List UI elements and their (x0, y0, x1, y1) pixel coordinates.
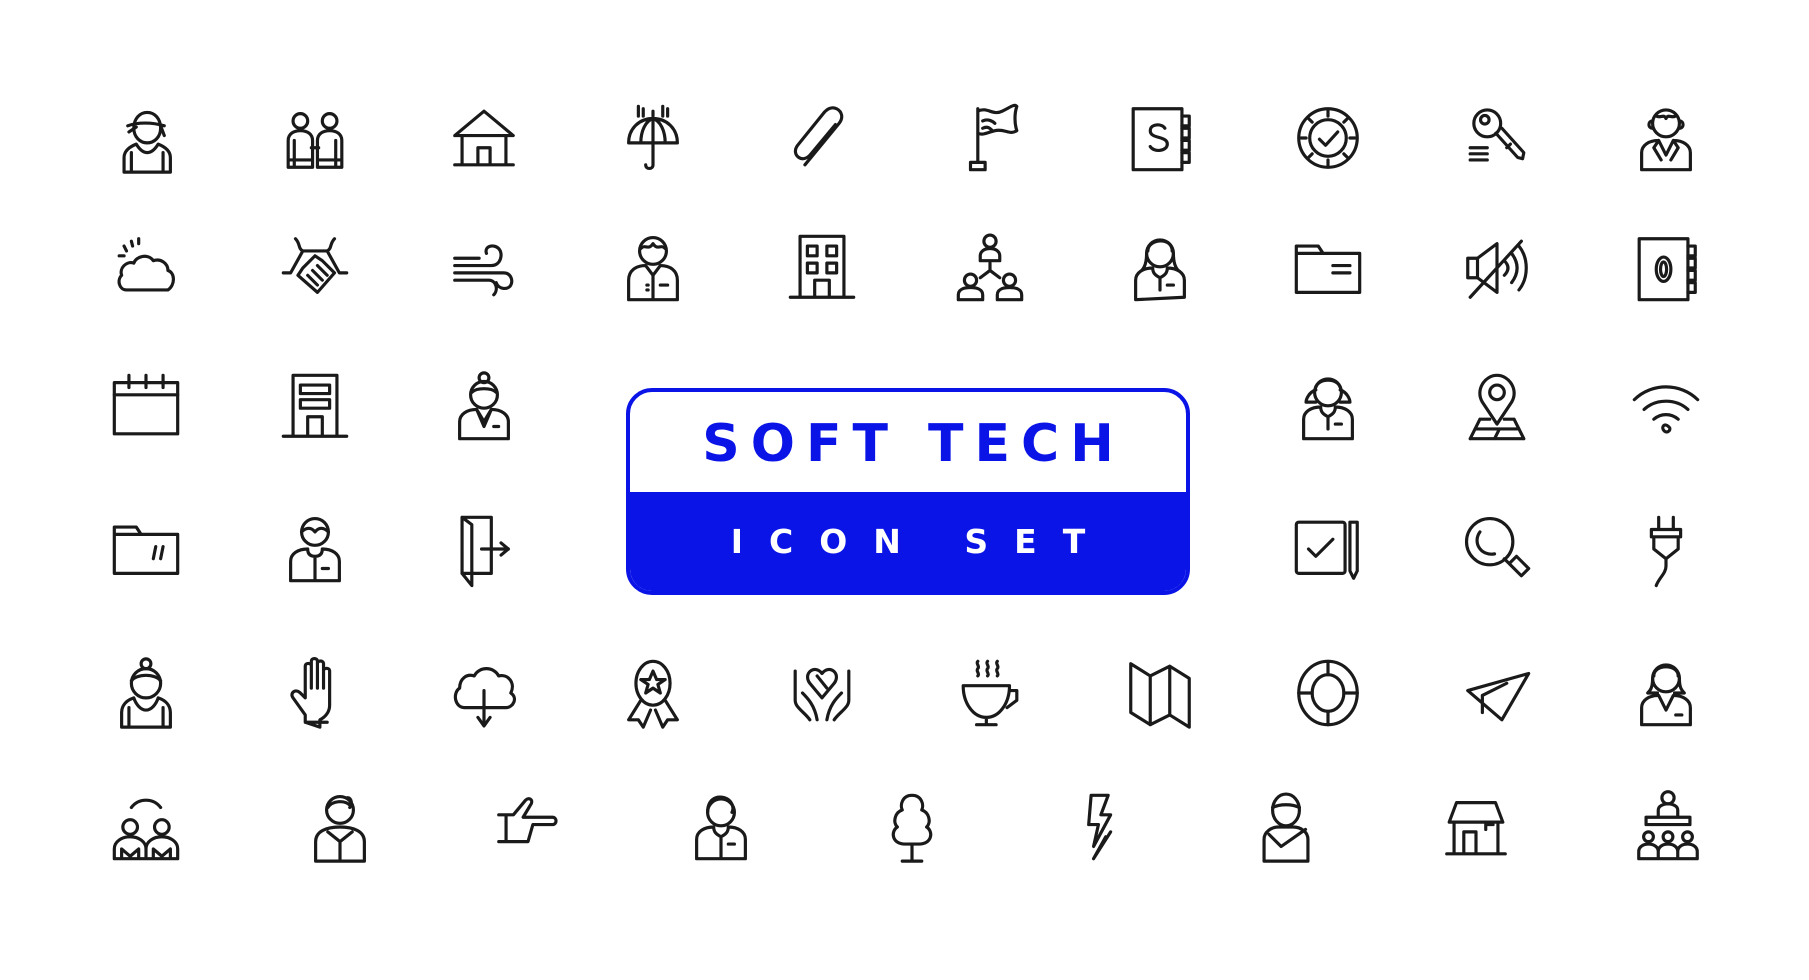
lifebuoy-icon (1289, 654, 1367, 732)
man-avatar-icon (1627, 99, 1705, 177)
caring-hands-heart-icon (783, 654, 861, 732)
handshake-icon (276, 229, 354, 307)
female-receptionist-icon (1289, 368, 1367, 446)
folded-map-icon (1121, 654, 1199, 732)
shop-icon (1437, 788, 1515, 866)
building-facade-icon (276, 368, 354, 446)
office-building-icon (783, 229, 861, 307)
people-connection-icon (107, 788, 185, 866)
address-book-o-icon (1627, 229, 1705, 307)
woman-bun-icon (107, 654, 185, 732)
approved-badge-icon (1289, 99, 1367, 177)
checkbox-pencil-icon (1289, 510, 1367, 588)
folder-icon (1289, 229, 1367, 307)
banner-subtitle: ICON SET (730, 522, 1112, 561)
key-icon (1458, 99, 1536, 177)
pointing-hand-icon (489, 788, 567, 866)
hot-coffee-cup-icon (951, 654, 1029, 732)
award-ribbon-icon (614, 654, 692, 732)
paper-plane-icon (1458, 654, 1536, 732)
umbrella-rain-icon (614, 99, 692, 177)
cloud-download-icon (445, 654, 523, 732)
house-icon (445, 99, 523, 177)
paperclip-icon (783, 99, 861, 177)
cloud-sun-icon (107, 229, 185, 307)
male-worker-icon (276, 510, 354, 588)
banner-top: SOFT TECH (630, 392, 1186, 492)
male-employee-icon (614, 229, 692, 307)
woman-reading-icon (301, 788, 379, 866)
lightning-icon (1057, 788, 1135, 866)
businesswoman-icon (1627, 654, 1705, 732)
mute-speaker-icon (1458, 229, 1536, 307)
team-hierarchy-icon (951, 229, 1029, 307)
woman-avatar-icon (107, 99, 185, 177)
calendar-icon (107, 368, 185, 446)
elderly-woman-icon (445, 368, 523, 446)
wifi-icon (1627, 368, 1705, 446)
tree-icon (873, 788, 951, 866)
folder-note-icon (107, 510, 185, 588)
raised-hand-icon (276, 654, 354, 732)
presenter-audience-icon (1629, 788, 1707, 866)
map-pin-icon (1458, 368, 1536, 446)
person-hood-icon (1247, 788, 1325, 866)
man-employee-icon (682, 788, 760, 866)
address-book-s-icon (1121, 99, 1199, 177)
flag-icon (951, 99, 1029, 177)
title-banner: SOFT TECH ICON SET (626, 388, 1190, 595)
two-people-icon (276, 99, 354, 177)
banner-title: SOFT TECH (702, 414, 1125, 474)
banner-bottom: ICON SET (630, 492, 1186, 591)
exit-door-icon (445, 510, 523, 588)
wind-icon (445, 229, 523, 307)
power-plug-icon (1627, 510, 1705, 588)
female-employee-icon (1121, 229, 1199, 307)
magnifier-icon (1458, 510, 1536, 588)
